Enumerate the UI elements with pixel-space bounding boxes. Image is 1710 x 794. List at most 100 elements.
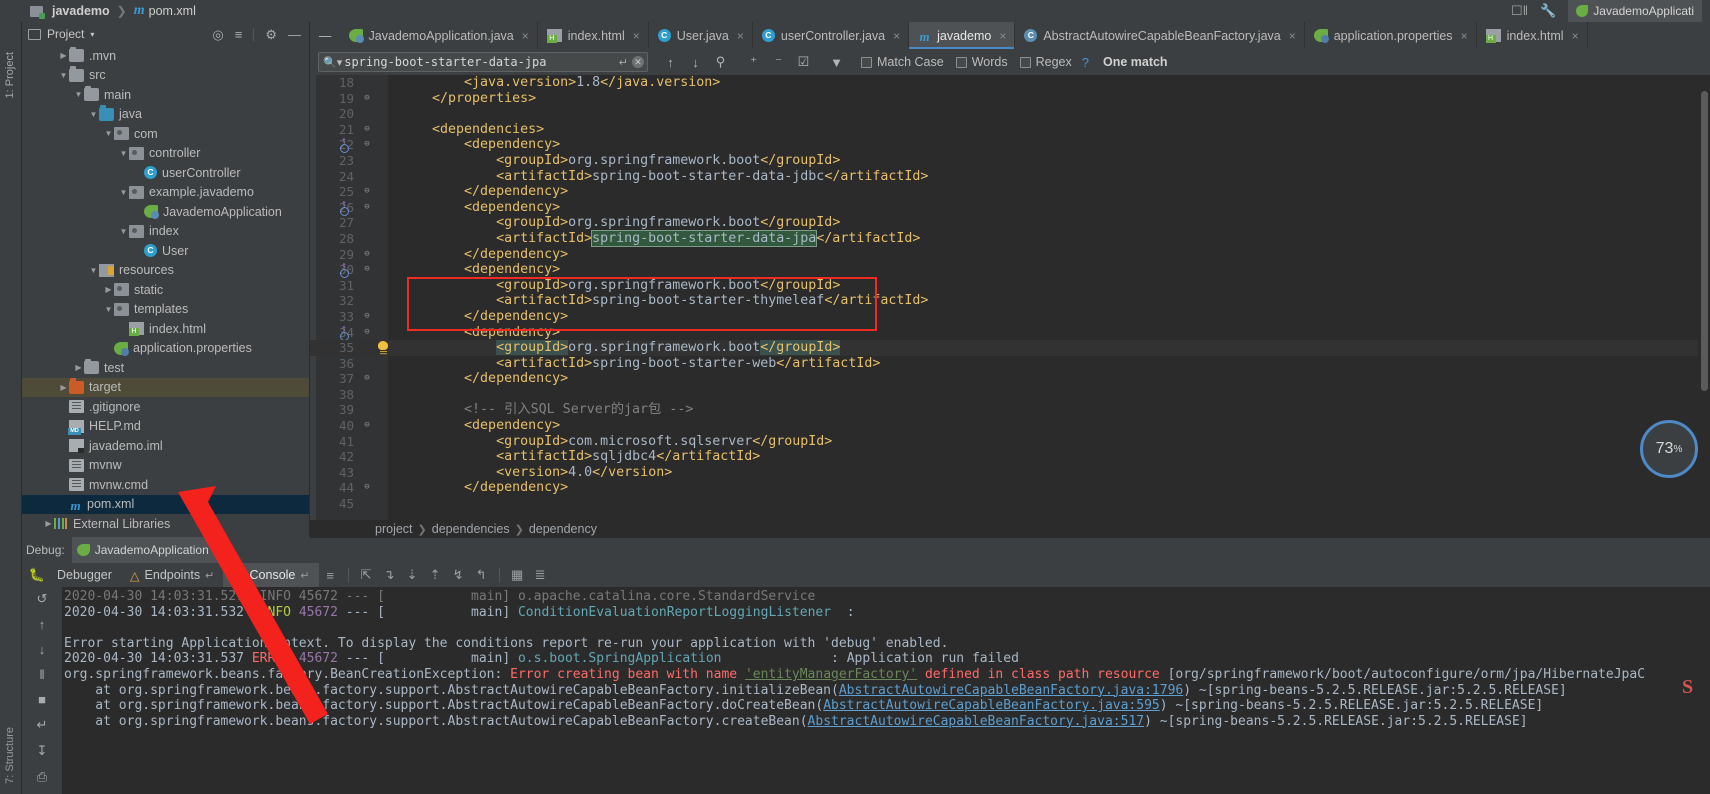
pause-icon[interactable]: ‖ (39, 667, 44, 682)
tree-item-resources[interactable]: ▼ resources (22, 261, 309, 281)
breadcrumb-file[interactable]: pom.xml (149, 4, 196, 18)
spring-bean-gutter-icon[interactable]: ↑ (338, 324, 350, 339)
close-tab-icon[interactable]: × (1572, 29, 1579, 43)
code-line[interactable]: 45 (310, 496, 1710, 512)
tree-item-external-libraries[interactable]: ▶ External Libraries (22, 514, 309, 534)
clear-search-icon[interactable]: ✕ (632, 56, 644, 68)
code-line[interactable]: 23 <groupId>org.springframework.boot</gr… (310, 153, 1710, 169)
tree-item-com[interactable]: ▼ com (22, 124, 309, 144)
code-line[interactable]: 33 ⊖ </dependency> (310, 309, 1710, 325)
match-case-checkbox[interactable]: Match Case (861, 55, 944, 69)
close-icon[interactable]: × (214, 544, 220, 556)
enter-icon[interactable]: ↵ (615, 56, 632, 69)
editor-tab-index-html[interactable]: index.html × (1477, 22, 1588, 49)
filter-icon[interactable]: ▼ (824, 55, 849, 70)
fold-toggle-icon[interactable]: ⊖ (362, 184, 372, 200)
remove-occurrence-icon[interactable]: ⁻ (766, 54, 791, 70)
hide-icon[interactable]: — (288, 28, 301, 41)
code-line[interactable]: 18 <java.version>1.8</java.version> (310, 75, 1710, 91)
tree-item-test[interactable]: ▶ test (22, 358, 309, 378)
locate-icon[interactable]: ◎ (212, 28, 223, 41)
code-content[interactable]: 18 <java.version>1.8</java.version> 19 ⊖ <… (310, 75, 1710, 512)
fold-toggle-icon[interactable]: ⊖ (362, 247, 372, 263)
close-tab-icon[interactable]: × (1289, 29, 1296, 43)
code-line[interactable]: 22 ↑ ⊖ <dependency> (310, 137, 1710, 153)
tree-item--mvn[interactable]: ▶ .mvn (22, 46, 309, 66)
editor-tab-index-html[interactable]: index.html × (538, 22, 649, 49)
pin-icon[interactable]: ↵ (205, 569, 214, 582)
code-line[interactable]: 27 <groupId>org.springframework.boot</gr… (310, 215, 1710, 231)
tree-item--gitignore[interactable]: .gitignore (22, 397, 309, 417)
tree-item-help-md[interactable]: HELP.md (22, 417, 309, 437)
code-line[interactable]: 28 <artifactId>spring-boot-starter-data-… (310, 229, 1710, 247)
scroll-end-icon[interactable]: ↧ (37, 743, 48, 759)
tree-item-application-properties[interactable]: application.properties (22, 339, 309, 359)
tree-item-javademo-iml[interactable]: javademo.iml (22, 436, 309, 456)
code-line[interactable]: 31 <groupId>org.springframework.boot</gr… (310, 278, 1710, 294)
fold-toggle-icon[interactable]: ⊖ (362, 200, 372, 216)
fold-toggle-icon[interactable]: ⊖ (362, 371, 372, 387)
tree-item-static[interactable]: ▶ static (22, 280, 309, 300)
stop-icon[interactable]: ■ (38, 692, 46, 707)
close-tab-icon[interactable]: × (633, 29, 640, 43)
fold-toggle-icon[interactable]: ⊖ (362, 262, 372, 278)
code-line[interactable]: 38 (310, 387, 1710, 403)
code-line[interactable]: 29 ⊖ </dependency> (310, 247, 1710, 263)
chevron-right-icon[interactable]: ▶ (43, 519, 54, 528)
chevron-down-icon[interactable]: ▼ (103, 305, 114, 314)
step-out-icon[interactable]: ⇡ (424, 567, 447, 583)
fold-toggle-icon[interactable]: ⊖ (362, 325, 372, 341)
tree-item-mvnw-cmd[interactable]: mvnw.cmd (22, 475, 309, 495)
translation-plugin-icon[interactable]: S (1682, 676, 1704, 698)
print-icon[interactable]: ⎙ (37, 769, 47, 785)
spring-bean-gutter-icon[interactable]: ↑ (338, 199, 350, 214)
debug-bug-icon[interactable]: 🐛 (26, 567, 48, 583)
tree-item-index-html[interactable]: index.html (22, 319, 309, 339)
tree-item-mvnw[interactable]: mvnw (22, 456, 309, 476)
code-editor[interactable]: 18 <java.version>1.8</java.version> 19 ⊖ <… (310, 75, 1710, 520)
prev-occurrence-icon[interactable]: ↑ (658, 55, 683, 70)
search-icon[interactable]: 🔍▾ (323, 56, 342, 69)
tree-item-target[interactable]: ▶ target (22, 377, 309, 397)
force-step-into-icon[interactable]: ⇣ (401, 567, 424, 583)
code-line[interactable]: 30 ↑ ⊖ <dependency> (310, 262, 1710, 278)
tree-item-src[interactable]: ▼ src (22, 66, 309, 86)
code-line[interactable]: 21 ⊖ <dependencies> (310, 122, 1710, 138)
editor-breadcrumb-dependency[interactable]: dependency (529, 522, 597, 536)
pin-icon[interactable]: ↵ (300, 569, 309, 582)
search-input[interactable] (344, 55, 615, 69)
fold-toggle-icon[interactable]: ⊖ (362, 91, 372, 107)
code-line[interactable]: 26 ↑ ⊖ <dependency> (310, 199, 1710, 216)
fold-toggle-icon[interactable]: ⊖ (362, 418, 372, 434)
chevron-right-icon[interactable]: ▶ (58, 51, 69, 60)
table-icon[interactable]: ▦ (506, 567, 529, 583)
code-line[interactable]: 43 <version>4.0</version> (310, 465, 1710, 481)
tree-item-java[interactable]: ▼ java (22, 105, 309, 125)
next-occurrence-icon[interactable]: ↓ (683, 55, 708, 70)
console-side-toolbar[interactable]: ↺↑↓‖■↵↧⎙⌧ (22, 587, 62, 794)
debug-session-tab[interactable]: JavademoApplication × (71, 537, 228, 563)
code-line[interactable]: 42 <artifactId>sqljdbc4</artifactId> (310, 449, 1710, 465)
code-line[interactable]: 24 <artifactId>spring-boot-starter-data-… (310, 169, 1710, 185)
code-line[interactable]: 32 <artifactId>spring-boot-starter-thyme… (310, 293, 1710, 309)
chevron-down-icon[interactable]: ▼ (88, 266, 99, 275)
add-occurrence-icon[interactable]: ☑ (791, 54, 816, 70)
editor-breadcrumb-project[interactable]: project (375, 522, 413, 536)
code-line[interactable]: 20 (310, 106, 1710, 122)
hide-editor-icon[interactable]: — (310, 22, 340, 49)
editor-breadcrumb[interactable]: project ❯ dependencies ❯ dependency (310, 520, 1710, 538)
chevron-down-icon[interactable]: ▾ (90, 30, 94, 39)
run-to-cursor-icon[interactable]: ↯ (447, 567, 470, 583)
layout-icon[interactable]: ☐‖ (1511, 3, 1528, 19)
chevron-down-icon[interactable]: ▼ (73, 90, 84, 99)
settings-icon[interactable]: ≣ (529, 567, 552, 583)
tree-item-usercontroller[interactable]: CuserController (22, 163, 309, 183)
step-into-icon[interactable]: ↴ (378, 567, 401, 583)
tree-item-templates[interactable]: ▼ templates (22, 300, 309, 320)
code-line[interactable]: 34 ↑ ⊖ <dependency> (310, 324, 1710, 341)
regex-checkbox[interactable]: Regex (1019, 55, 1072, 69)
code-line[interactable]: 40 ⊖ <dependency> (310, 418, 1710, 434)
code-line[interactable]: 37 ⊖ </dependency> (310, 371, 1710, 387)
intention-bulb-icon[interactable] (378, 341, 389, 354)
code-line[interactable]: 36 <artifactId>spring-boot-starter-web</… (310, 356, 1710, 372)
